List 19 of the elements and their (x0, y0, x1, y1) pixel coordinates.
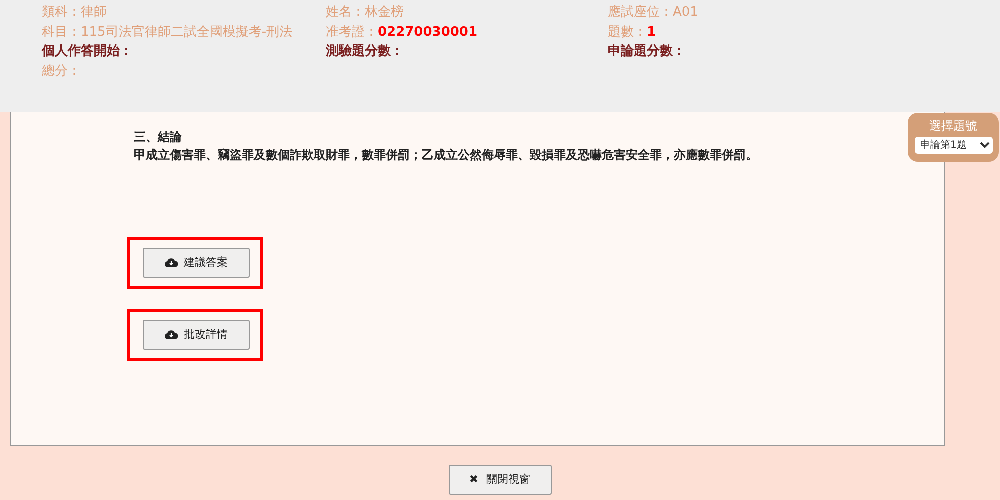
close-window-button[interactable]: ✖ 關閉視窗 (448, 465, 552, 495)
cloud-download-icon (165, 330, 178, 340)
info-field: 准考證：02270030001 (326, 24, 608, 42)
info-field: 申論題分數： (608, 43, 1000, 62)
info-field: 個人作答開始： (42, 43, 326, 62)
info-field: 總分： (42, 62, 326, 81)
info-field: 類科：律師 (42, 4, 326, 22)
info-field: 科目：115司法官律師二試全國模擬考-刑法 (42, 24, 326, 42)
cloud-download-icon (165, 258, 178, 268)
info-field: 測驗題分數： (326, 43, 608, 62)
download-button[interactable]: 建議答案 (143, 248, 250, 278)
section-heading: 三、結論 (134, 129, 182, 146)
conclusion-text: 甲成立傷害罪、竊盜罪及數個詐欺取財罪，數罪併罰；乙成立公然侮辱罪、毀損罪及恐嚇危害安全罪，亦應數罪併罰。 (134, 147, 758, 164)
info-field: 應試座位：A01 (608, 4, 1000, 22)
download-button[interactable]: 批改詳情 (143, 320, 250, 350)
picker-title: 選擇題號 (928, 118, 978, 134)
question-select[interactable]: 申論第1題 (914, 137, 992, 154)
info-field: 題數：1 (608, 24, 1000, 42)
info-field: 姓名：林金榜 (326, 4, 608, 22)
